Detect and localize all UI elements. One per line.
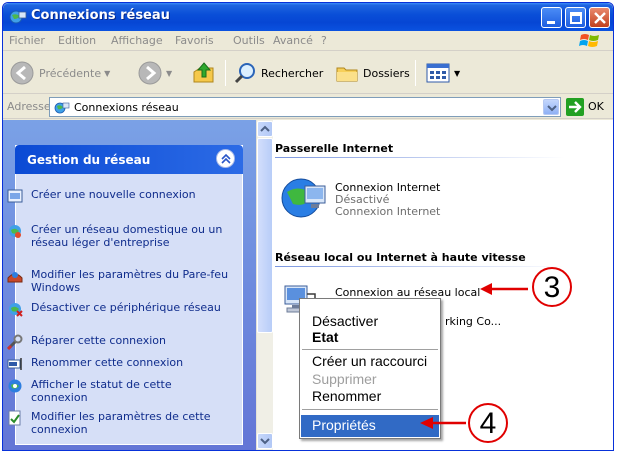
step-3-callout: 3: [532, 267, 572, 307]
annotation-arrows: [420, 283, 528, 429]
step-4-callout: 4: [468, 403, 508, 443]
